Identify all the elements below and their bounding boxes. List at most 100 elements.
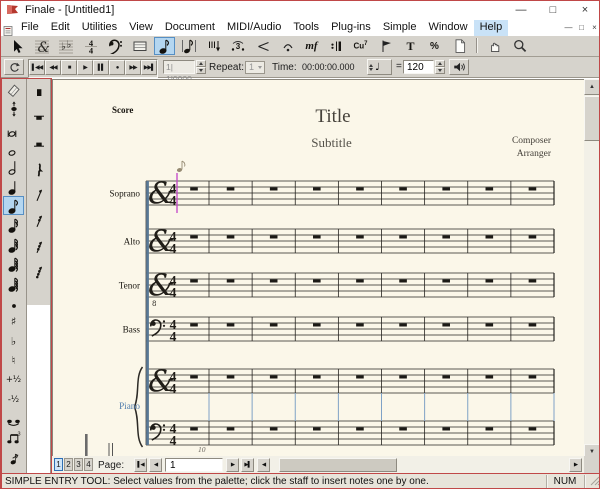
selection-tool[interactable] — [6, 37, 27, 55]
hand-grabber-tool[interactable] — [484, 37, 505, 55]
menu-window[interactable]: Window — [422, 20, 473, 36]
palette-tie[interactable] — [3, 409, 24, 428]
playback-counter[interactable]: 1| 1|0000 — [163, 60, 195, 74]
resize-grip[interactable] — [590, 476, 600, 489]
next-page-button[interactable]: ▶ — [226, 458, 239, 472]
page-number-input[interactable] — [165, 458, 223, 472]
horizontal-scroll-thumb[interactable] — [279, 458, 397, 472]
menu-document[interactable]: Document — [159, 20, 221, 36]
page-box-4[interactable]: 4 — [84, 458, 93, 471]
menu-simple[interactable]: Simple — [377, 20, 423, 36]
key-signature-tool[interactable]: ♭♭ — [55, 37, 76, 55]
score-page[interactable]: &44Soprano&44Alto&844Tenor44Bass&4444Pia… — [52, 79, 584, 456]
hyperscribe-tool[interactable] — [203, 37, 224, 55]
tempo-input[interactable] — [403, 60, 434, 74]
record-button[interactable]: ● — [109, 60, 125, 75]
palette-double-whole-rest[interactable] — [28, 83, 49, 102]
palette-half-note[interactable] — [3, 157, 24, 176]
repeat-tool[interactable] — [326, 37, 347, 55]
play-button[interactable]: ▶ — [77, 60, 93, 75]
mirror-tool[interactable]: % — [424, 37, 445, 55]
rewind-button[interactable]: ◀◀ — [45, 60, 61, 75]
palette-grace-note[interactable] — [3, 448, 24, 467]
tuplet-tool[interactable]: 3 — [227, 37, 248, 55]
menu-edit[interactable]: Edit — [45, 20, 76, 36]
mdi-close-icon[interactable]: × — [589, 22, 600, 34]
page-layout-tool[interactable] — [449, 37, 470, 55]
articulation-tool[interactable] — [277, 37, 298, 55]
smart-shape-tool[interactable] — [252, 37, 273, 55]
vertical-scrollbar[interactable]: ▲ ▼ — [584, 79, 600, 460]
palette-half-rest[interactable] — [28, 134, 49, 153]
mdi-minimize-icon[interactable]: — — [563, 22, 574, 34]
tempo-note-spinner[interactable] — [369, 64, 373, 71]
minimize-icon[interactable]: — — [507, 1, 535, 20]
time-signature-tool[interactable]: 44 — [80, 37, 101, 55]
palette-hundred-twenty-eighth-note[interactable] — [3, 274, 24, 293]
page-box-3[interactable]: 3 — [74, 458, 83, 471]
scroll-right-icon[interactable]: ▶ — [569, 458, 582, 472]
speedy-entry-tool[interactable] — [178, 37, 199, 55]
tempo-note-button[interactable]: ♩ — [367, 59, 392, 75]
go-to-end-button[interactable]: ▶▶▌ — [141, 60, 157, 75]
measure-tool[interactable] — [129, 37, 150, 55]
counter-spinner[interactable] — [196, 60, 206, 74]
first-page-button[interactable]: ▌◀ — [134, 458, 147, 472]
palette-eighth-note[interactable] — [3, 196, 24, 215]
repeat-dropdown[interactable]: 1 — [245, 61, 265, 74]
stop-button[interactable]: ■ — [61, 60, 77, 75]
palette-whole-rest[interactable] — [28, 109, 49, 128]
vertical-scroll-thumb[interactable] — [584, 96, 600, 141]
simple-entry-tool[interactable] — [154, 37, 175, 55]
palette-quarter-rest[interactable] — [28, 160, 49, 179]
speaker-icon[interactable] — [449, 59, 469, 75]
palette-whole-note[interactable] — [3, 138, 24, 157]
menu-utilities[interactable]: Utilities — [76, 20, 123, 36]
palette-sixty-fourth-rest[interactable] — [28, 262, 49, 281]
chord-tool[interactable]: Cu7 — [350, 37, 371, 55]
palette-augmentation-dot[interactable] — [3, 293, 24, 312]
menu-plug-ins[interactable]: Plug-ins — [325, 20, 377, 36]
zoom-tool[interactable] — [509, 37, 530, 55]
page-box-1[interactable]: 1 — [54, 458, 63, 471]
palette-double-whole-note[interactable] — [3, 119, 24, 138]
loop-playback-icon[interactable] — [4, 59, 24, 75]
last-page-button[interactable]: ▶▌ — [241, 458, 254, 472]
scroll-up-icon[interactable]: ▲ — [584, 79, 600, 95]
maximize-icon[interactable]: □ — [539, 1, 567, 20]
palette-quarter-note[interactable] — [3, 177, 24, 196]
staff-tool[interactable]: & — [31, 37, 52, 55]
menu-view[interactable]: View — [123, 20, 159, 36]
menu-tools[interactable]: Tools — [287, 20, 325, 36]
palette-half-step-up[interactable]: +½ — [3, 370, 24, 389]
text-tool[interactable]: T — [400, 37, 421, 55]
fast-forward-button[interactable]: ▶▶ — [125, 60, 141, 75]
menu-midi-audio[interactable]: MIDI/Audio — [221, 20, 287, 36]
palette-natural[interactable]: ♮ — [3, 351, 24, 370]
clef-tool[interactable] — [104, 37, 125, 55]
lyrics-tool[interactable] — [375, 37, 396, 55]
menu-file[interactable]: File — [15, 20, 45, 36]
palette-thirty-second-rest[interactable] — [28, 237, 49, 256]
palette-repitch-tool[interactable] — [3, 99, 24, 118]
menu-help[interactable]: Help — [474, 20, 509, 36]
palette-thirty-second-note[interactable] — [3, 235, 24, 254]
palette-eighth-rest[interactable] — [28, 185, 49, 204]
palette-flat[interactable]: ♭ — [3, 332, 24, 351]
page-box-2[interactable]: 2 — [64, 458, 73, 471]
palette-sixteenth-note[interactable] — [3, 215, 24, 234]
tempo-spinner[interactable] — [435, 60, 445, 74]
mdi-restore-icon[interactable]: □ — [576, 22, 587, 34]
palette-sharp[interactable]: ♯ — [3, 312, 24, 331]
palette-sixty-fourth-note[interactable] — [3, 254, 24, 273]
palette-sixteenth-rest[interactable] — [28, 211, 49, 230]
palette-eraser-tool[interactable] — [3, 80, 24, 99]
close-icon[interactable]: × — [571, 1, 599, 20]
previous-page-button[interactable]: ◀ — [149, 458, 162, 472]
expression-tool[interactable]: mf — [301, 37, 322, 55]
pause-button[interactable]: ▌▌ — [93, 60, 109, 75]
scroll-left-icon[interactable]: ◀ — [257, 458, 270, 472]
go-to-beginning-button[interactable]: ▌◀◀ — [29, 60, 45, 75]
palette-half-step-down[interactable]: -½ — [3, 390, 24, 409]
palette-tuplet[interactable]: 3 — [3, 428, 24, 447]
